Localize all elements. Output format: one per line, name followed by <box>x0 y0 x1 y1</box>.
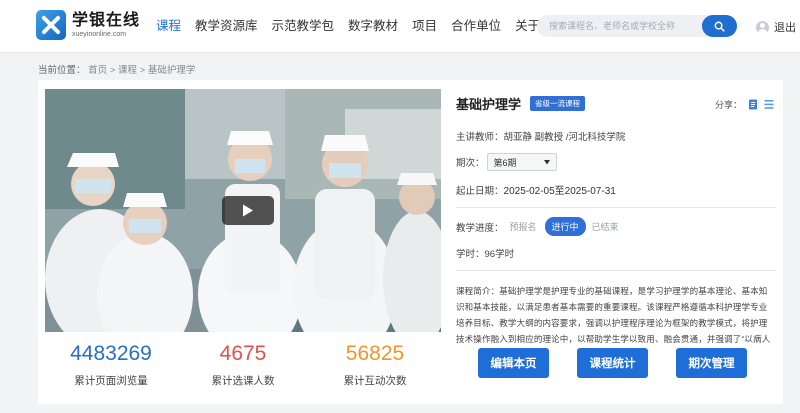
breadcrumb-prefix: 当前位置： <box>38 65 86 76</box>
breadcrumb-current: 基础护理学 <box>147 65 196 76</box>
hours-value: 96学时 <box>484 249 515 260</box>
search-bar <box>537 15 737 37</box>
brand-domain: xueyinonline.com <box>72 30 127 38</box>
nav-item-courses[interactable]: 课程 <box>156 19 181 33</box>
course-stats: 4483269 累计页面浏览量 4675 累计选课人数 56825 累计互动次数 <box>45 340 441 400</box>
teacher-row: 主讲教师： 胡亚静 副教授 /河北科技学院 <box>456 129 776 143</box>
nav-item-projects[interactable]: 项目 <box>412 19 437 33</box>
play-button[interactable] <box>222 196 274 225</box>
site-logo[interactable]: 学银在线 xueyinonline.com <box>36 10 140 40</box>
chevron-down-icon <box>543 159 550 164</box>
date-value: 2025-02-05至2025-07-31 <box>503 186 616 197</box>
stat-enrollments: 4675 累计选课人数 <box>177 340 309 400</box>
nav-item-demo-packages[interactable]: 示范教学包 <box>272 19 335 33</box>
breadcrumb-separator: > <box>109 65 116 76</box>
term-row: 期次： 第6期 <box>456 153 776 171</box>
brand-name: 学银在线 <box>72 11 141 29</box>
share-bar: 分享： <box>715 98 774 111</box>
course-description: 课程简介：基础护理学是护理专业的基础课程，是学习护理学的基本理论、基本知识和基本… <box>456 283 776 349</box>
document-share-icon[interactable] <box>748 99 758 110</box>
progress-label: 教学进度： <box>456 222 504 234</box>
intro-label: 课程简介： <box>456 286 500 296</box>
breadcrumb-home[interactable]: 首页 <box>88 65 107 76</box>
course-info: 基础护理学 省级一流课程 分享： 主讲教师： 胡亚静 副教授 /河北科技学院 期… <box>456 92 776 349</box>
stat-interactions: 56825 累计互动次数 <box>309 340 441 400</box>
date-row: 起止日期： 2025-02-05至2025-07-31 <box>456 182 776 198</box>
course-video[interactable] <box>45 89 441 332</box>
main-nav: 课程 教学资源库 示范教学包 数字教材 项目 合作单位 关于我们 <box>156 19 579 33</box>
hours-label: 学时： <box>456 249 485 260</box>
breadcrumb-separator: > <box>139 65 146 76</box>
avatar-icon[interactable] <box>756 20 769 34</box>
course-badge: 省级一流课程 <box>530 95 586 111</box>
term-value: 第6期 <box>493 157 517 168</box>
term-label: 期次： <box>456 158 485 169</box>
logout-link[interactable]: 退出 <box>774 19 796 35</box>
intro-text: 基础护理学是护理专业的基础课程，是学习护理学的基本理论、基本知识和基本技能，以满… <box>456 286 771 344</box>
nav-item-digital-textbooks[interactable]: 数字教材 <box>348 19 398 33</box>
term-select[interactable]: 第6期 <box>486 153 557 171</box>
course-statistics-button[interactable]: 课程统计 <box>577 348 648 378</box>
stat-label: 累计页面浏览量 <box>74 375 148 387</box>
divider <box>456 270 776 271</box>
course-title: 基础护理学 <box>456 96 522 112</box>
progress-step-ended: 已结束 <box>591 222 619 232</box>
course-card: 4483269 累计页面浏览量 4675 累计选课人数 56825 累计互动次数… <box>38 80 783 404</box>
breadcrumb-courses[interactable]: 课程 <box>118 65 137 76</box>
search-button[interactable] <box>702 15 737 37</box>
stat-value: 56825 <box>345 342 405 365</box>
stat-label: 累计互动次数 <box>343 375 407 387</box>
progress-row: 教学进度： 预报名 进行中 已结束 <box>456 217 776 236</box>
top-header: 学银在线 xueyinonline.com 课程 教学资源库 示范教学包 数字教… <box>0 0 800 53</box>
search-input[interactable] <box>549 15 699 37</box>
nav-item-resource-library[interactable]: 教学资源库 <box>195 19 258 33</box>
date-label: 起止日期： <box>456 185 504 197</box>
progress-step-ongoing: 进行中 <box>544 217 586 236</box>
breadcrumb: 当前位置： 首页 > 课程 > 基础护理学 <box>38 62 195 76</box>
divider <box>456 207 776 208</box>
stat-label: 累计选课人数 <box>211 375 275 387</box>
action-buttons: 编辑本页 课程统计 期次管理 <box>478 348 775 378</box>
nav-item-partners[interactable]: 合作单位 <box>451 19 501 33</box>
share-label: 分享： <box>714 100 742 110</box>
list-share-icon[interactable] <box>764 99 774 110</box>
term-management-button[interactable]: 期次管理 <box>676 348 747 378</box>
hours-row: 学时： 96学时 <box>456 246 776 260</box>
stat-value: 4675 <box>219 342 267 365</box>
user-area: 退出 <box>756 19 796 35</box>
teacher-label: 主讲教师： <box>456 132 504 143</box>
progress-step-preregister: 预报名 <box>509 222 537 232</box>
logo-icon <box>36 10 66 40</box>
edit-page-button[interactable]: 编辑本页 <box>478 348 549 378</box>
teacher-value: 胡亚静 副教授 /河北科技学院 <box>503 132 626 143</box>
search-icon <box>714 21 725 32</box>
stat-value: 4483269 <box>70 342 152 365</box>
play-icon <box>243 204 253 217</box>
stat-page-views: 4483269 累计页面浏览量 <box>45 340 177 400</box>
